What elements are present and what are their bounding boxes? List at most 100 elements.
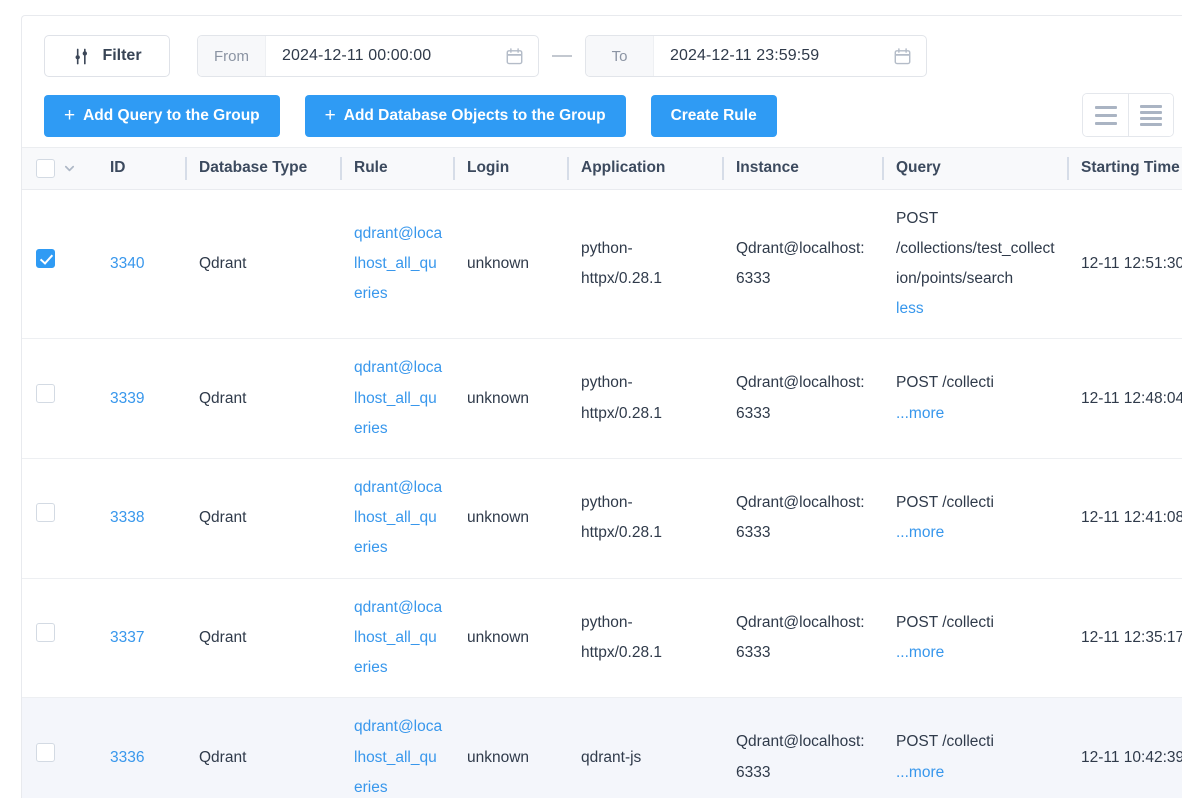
- add-query-to-group-label: Add Query to the Group: [83, 107, 260, 124]
- row-select-cell: [22, 189, 96, 340]
- select-all-checkbox[interactable]: [36, 158, 55, 178]
- row-select-cell: [22, 578, 96, 699]
- column-header-database-type[interactable]: Database Type: [185, 148, 340, 190]
- date-to-field[interactable]: To: [585, 35, 927, 77]
- column-header-id[interactable]: ID: [96, 148, 185, 190]
- chevron-down-icon[interactable]: [63, 162, 76, 175]
- table-row[interactable]: 3338 Qdrant qdrant@localhost_all_queries un…: [22, 458, 1182, 579]
- column-header-select: [22, 148, 96, 190]
- calendar-icon: [893, 47, 912, 66]
- add-database-objects-button[interactable]: + Add Database Objects to the Group: [304, 95, 626, 137]
- column-header-rule[interactable]: Rule: [340, 148, 453, 190]
- rule-link[interactable]: qdrant@localhost_all_queries: [354, 718, 442, 795]
- query-expand-toggle[interactable]: ...more: [896, 758, 944, 788]
- id-link[interactable]: 3336: [110, 749, 144, 766]
- column-header-login[interactable]: Login: [453, 148, 567, 190]
- row-checkbox[interactable]: [36, 383, 55, 403]
- id-link[interactable]: 3337: [110, 629, 144, 646]
- cell-application: python-httpx/0.28.1: [567, 458, 722, 579]
- rule-link[interactable]: qdrant@localhost_all_queries: [354, 479, 442, 556]
- row-select-cell: [22, 458, 96, 579]
- rows-loose-icon: [1094, 105, 1117, 125]
- query-expand-toggle[interactable]: less: [896, 294, 924, 324]
- table-row[interactable]: 3336 Qdrant qdrant@localhost_all_queries un…: [22, 697, 1182, 798]
- date-from-input[interactable]: [266, 36, 505, 76]
- add-database-objects-label: Add Database Objects to the Group: [343, 107, 606, 124]
- id-link[interactable]: 3339: [110, 390, 144, 407]
- query-expand-toggle[interactable]: ...more: [896, 638, 944, 668]
- plus-icon: +: [64, 104, 76, 126]
- add-query-to-group-button[interactable]: + Add Query to the Group: [44, 95, 280, 137]
- cell-instance: Qdrant@localhost:6333: [722, 697, 882, 798]
- create-rule-button[interactable]: Create Rule: [650, 95, 777, 137]
- cell-login: unknown: [453, 458, 567, 579]
- cell-login: unknown: [453, 338, 567, 460]
- date-from-calendar-button[interactable]: [505, 36, 538, 76]
- table-header-row: ID Database Type Rule Login Application …: [22, 148, 1182, 190]
- query-text: POST /collecti: [896, 733, 994, 751]
- cell-id: 3339: [96, 338, 185, 460]
- query-expand-toggle[interactable]: ...more: [896, 518, 944, 548]
- cell-login: unknown: [453, 697, 567, 798]
- cell-rule: qdrant@localhost_all_queries: [340, 697, 453, 798]
- cell-starting-time: 12-11 12:35:17: [1067, 578, 1182, 699]
- rule-link[interactable]: qdrant@localhost_all_queries: [354, 599, 442, 676]
- filter-button[interactable]: Filter: [44, 35, 170, 77]
- cell-rule: qdrant@localhost_all_queries: [340, 578, 453, 699]
- rule-link[interactable]: qdrant@localhost_all_queries: [354, 359, 442, 436]
- row-checkbox[interactable]: [36, 622, 55, 642]
- table-header: ID Database Type Rule Login Application …: [22, 148, 1182, 190]
- column-header-starting-time[interactable]: Starting Time: [1067, 148, 1182, 190]
- date-to-calendar-button[interactable]: [893, 36, 926, 76]
- row-checkbox[interactable]: [36, 503, 55, 523]
- cell-starting-time: 12-11 12:41:08: [1067, 458, 1182, 579]
- row-checkbox[interactable]: [36, 248, 55, 268]
- cell-id: 3336: [96, 697, 185, 798]
- toolbar: Filter From 2024-12-11 00:00:00 To 2024-…: [22, 16, 1182, 148]
- cell-query: POST /collections/test_collection/points…: [882, 189, 1067, 340]
- view-mode-dense-button[interactable]: [1128, 94, 1173, 136]
- table-row[interactable]: 3340 Qdrant qdrant@localhost_all_queries un…: [22, 189, 1182, 340]
- cell-starting-time: 12-11 10:42:39: [1067, 697, 1182, 798]
- cell-instance: Qdrant@localhost:6333: [722, 578, 882, 699]
- cell-database-type: Qdrant: [185, 338, 340, 460]
- cell-query: POST /collecti ...more: [882, 578, 1067, 699]
- content-card: Filter From 2024-12-11 00:00:00 To 2024-…: [21, 15, 1182, 798]
- date-range-picker: From 2024-12-11 00:00:00 To 2024-12-11 2…: [197, 35, 927, 77]
- cell-application: python-httpx/0.28.1: [567, 189, 722, 340]
- toolbar-row-actions: + Add Query to the Group + Add Database …: [44, 95, 1174, 137]
- id-link[interactable]: 3340: [110, 255, 144, 272]
- toolbar-row-filters: Filter From 2024-12-11 00:00:00 To 2024-…: [44, 34, 1174, 78]
- cell-application: python-httpx/0.28.1: [567, 338, 722, 460]
- query-text: POST /collecti: [896, 494, 994, 512]
- query-text: POST /collections/test_collection/points…: [896, 209, 1055, 287]
- cell-database-type: Qdrant: [185, 189, 340, 340]
- rows-dense-icon: [1140, 104, 1162, 126]
- cell-id: 3337: [96, 578, 185, 699]
- cell-instance: Qdrant@localhost:6333: [722, 338, 882, 460]
- column-header-application[interactable]: Application: [567, 148, 722, 190]
- column-header-instance[interactable]: Instance: [722, 148, 882, 190]
- query-table-container: ID Database Type Rule Login Application …: [22, 148, 1182, 798]
- table-row[interactable]: 3339 Qdrant qdrant@localhost_all_queries un…: [22, 338, 1182, 460]
- query-expand-toggle[interactable]: ...more: [896, 399, 944, 429]
- rule-link[interactable]: qdrant@localhost_all_queries: [354, 225, 442, 302]
- cell-database-type: Qdrant: [185, 697, 340, 798]
- table-row[interactable]: 3337 Qdrant qdrant@localhost_all_queries un…: [22, 578, 1182, 699]
- column-header-query[interactable]: Query: [882, 148, 1067, 190]
- view-mode-loose-button[interactable]: [1083, 94, 1128, 136]
- date-from-field[interactable]: From: [197, 35, 539, 77]
- cell-id: 3340: [96, 189, 185, 340]
- cell-login: unknown: [453, 578, 567, 699]
- create-rule-label: Create Rule: [670, 107, 757, 124]
- cell-rule: qdrant@localhost_all_queries: [340, 189, 453, 340]
- row-select-cell: [22, 697, 96, 798]
- cell-application: qdrant-js: [567, 697, 722, 798]
- table-body: 3340 Qdrant qdrant@localhost_all_queries un…: [22, 189, 1182, 798]
- row-checkbox[interactable]: [36, 742, 55, 762]
- date-to-label: To: [586, 36, 654, 76]
- date-to-input[interactable]: [654, 36, 893, 76]
- id-link[interactable]: 3338: [110, 509, 144, 526]
- sliders-icon: [72, 47, 91, 66]
- filter-button-label: Filter: [102, 47, 142, 64]
